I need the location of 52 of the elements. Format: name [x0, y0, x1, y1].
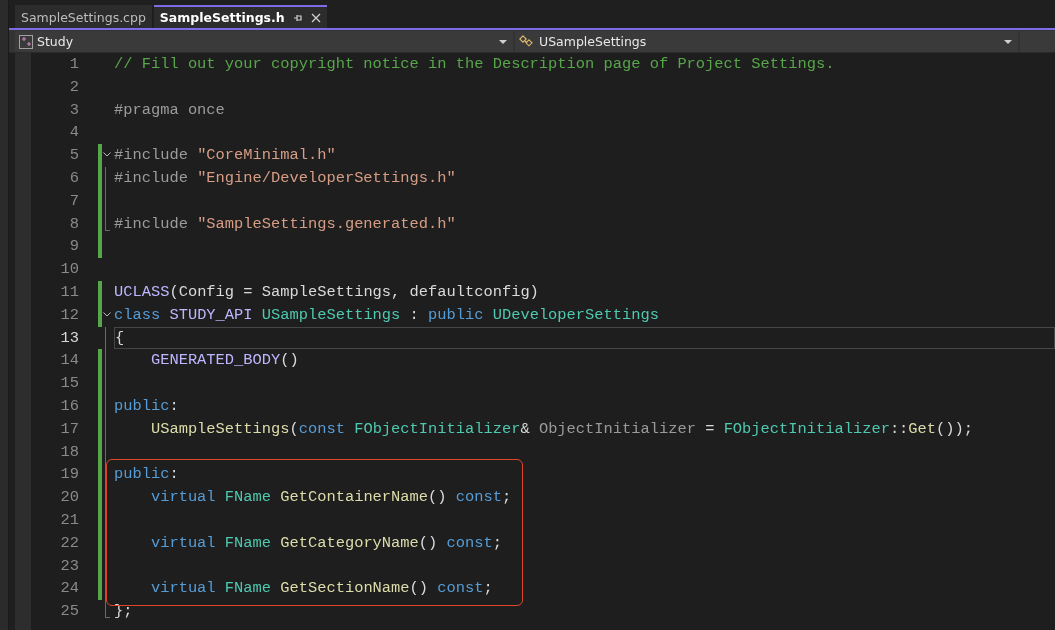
code-line: public: [114, 395, 180, 417]
code-line: #pragma once [114, 99, 226, 121]
caret-icon [1004, 39, 1012, 44]
code-line: virtual FName GetCategoryName() const; [149, 532, 503, 554]
code-line: UCLASS(Config = SampleSettings, defaultconfig) [114, 281, 540, 303]
line-number: 19 [59, 464, 79, 486]
dropdown[interactable]: Study [15, 31, 513, 52]
code-line: public: [114, 464, 180, 486]
file-tab[interactable]: SampleSettings.cpp [15, 5, 152, 28]
line-number: 14 [59, 350, 79, 372]
line-number: 1 [68, 54, 79, 75]
collapse-icon [103, 152, 111, 158]
code-line: virtual FName GetSectionName() const; [149, 578, 494, 600]
line-number: 15 [59, 373, 79, 395]
line-number: 3 [68, 99, 79, 121]
line-number: 6 [68, 168, 79, 189]
pin-icon [292, 12, 303, 23]
line-number: 22 [59, 532, 79, 554]
line-number: 12 [59, 304, 79, 326]
line-number: 25 [59, 601, 79, 623]
line-number: 21 [59, 509, 79, 531]
project-icon [19, 34, 33, 49]
dropdown[interactable]: USampleSettings [515, 31, 1018, 52]
file-tab[interactable]: SampleSettings.h [153, 5, 327, 28]
line-number: 17 [59, 418, 79, 440]
code-line: // Fill out your copyright notice in the Description page of Project Settings. [114, 54, 836, 75]
line-number: 13 [59, 327, 79, 349]
line-number: 18 [59, 441, 79, 463]
line-number: 16 [59, 395, 79, 417]
line-number: 24 [59, 578, 79, 600]
collapse-icon [103, 311, 111, 317]
code-line: }; [114, 601, 134, 623]
line-number: 2 [68, 76, 79, 98]
class-icon [519, 34, 535, 49]
code-line: GENERATED_BODY() [149, 350, 300, 372]
line-number: 11 [59, 281, 79, 303]
line-number: 9 [68, 236, 79, 258]
line-number: 7 [68, 190, 79, 212]
line-number: 5 [68, 145, 79, 167]
close-icon [310, 12, 321, 23]
caret-icon [499, 39, 507, 44]
line-number: 8 [68, 213, 79, 235]
code-line: #include "Engine/DeveloperSettings.h" [114, 168, 457, 189]
code-line: #include "SampleSettings.generated.h" [114, 213, 457, 235]
code-line: class STUDY_API USampleSettings : public UDeveloperSettings [114, 304, 660, 326]
code-line: virtual FName GetContainerName() const; [149, 487, 513, 509]
line-number: 20 [59, 487, 79, 509]
line-number: 23 [59, 555, 79, 577]
code-line: #include "CoreMinimal.h" [114, 145, 337, 167]
line-number: 4 [68, 122, 79, 144]
code-line: USampleSettings(const FObjectInitializer& ObjectInitializer = FObjectInitializer::Get()); [149, 418, 975, 440]
line-number: 10 [59, 259, 79, 281]
